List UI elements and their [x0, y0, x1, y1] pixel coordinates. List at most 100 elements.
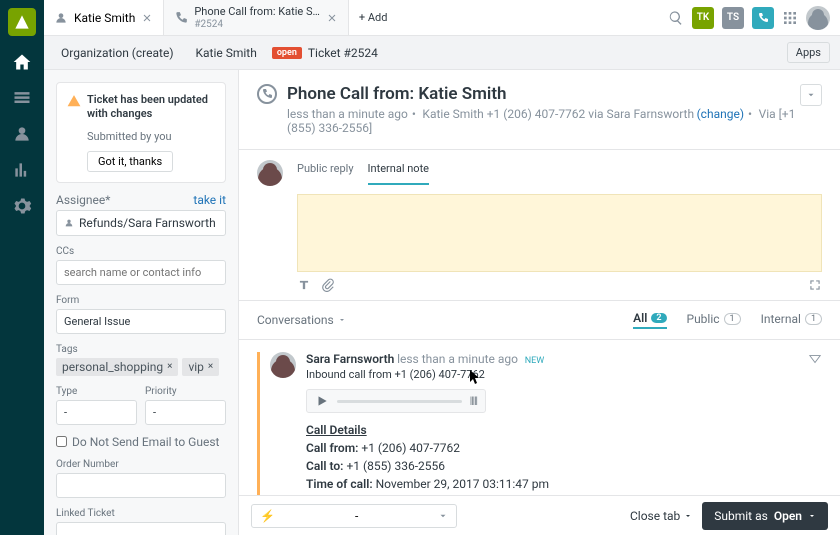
text-format-icon[interactable] [297, 278, 311, 292]
compose-textarea[interactable] [297, 194, 822, 272]
remove-tag-icon: × [167, 361, 172, 372]
audio-player[interactable]: ||||| [306, 389, 486, 413]
tag-chip[interactable]: vip× [182, 358, 219, 376]
assignee-input[interactable]: Refunds/Sara Farnsworth [56, 210, 226, 236]
attachment-icon[interactable] [321, 278, 335, 292]
take-it-link[interactable]: take it [193, 193, 226, 207]
tab-user[interactable]: Katie Smith [44, 0, 164, 35]
customers-icon[interactable] [12, 124, 32, 144]
chevron-down-icon [684, 512, 692, 520]
apps-button[interactable]: Apps [787, 42, 830, 63]
compose-area: Public reply Internal note [239, 150, 840, 301]
ticket-sidebar: Ticket has been updated with changes Sub… [44, 70, 239, 535]
tab-text: Phone Call from: Katie S… #2524 [194, 5, 320, 29]
conversation-filters: Conversations All2 Public1 Internal1 [239, 301, 840, 340]
zendesk-logo[interactable] [8, 8, 36, 36]
agent-status-chip[interactable]: TK [692, 7, 714, 29]
ticket-pane: Phone Call from: Katie Smith less than a… [239, 70, 840, 535]
chevron-down-icon [808, 512, 816, 520]
priority-field: Priority - [145, 386, 226, 425]
mouse-cursor [470, 370, 482, 386]
user-icon [64, 218, 74, 228]
event-action-icon[interactable] [808, 352, 822, 366]
remove-tag-icon: × [208, 361, 213, 372]
priority-select[interactable]: - [145, 400, 226, 425]
filter-internal[interactable]: Internal1 [761, 312, 822, 328]
type-field: Type - [56, 386, 137, 425]
dnse-checkbox-row[interactable]: Do Not Send Email to Guest [56, 435, 226, 449]
play-icon[interactable] [315, 394, 329, 408]
close-icon[interactable] [326, 12, 338, 24]
filter-all[interactable]: All2 [633, 311, 666, 329]
event-author: Sara Farnsworth [306, 352, 394, 366]
author-avatar [270, 352, 296, 378]
add-tab-button[interactable]: + Add [349, 0, 398, 35]
change-requester-link[interactable]: (change) [697, 107, 744, 121]
ticket-meta: less than a minute ago• Katie Smith +1 (… [287, 107, 822, 135]
audio-track[interactable] [337, 400, 462, 403]
admin-icon[interactable] [12, 196, 32, 216]
compose-toolbar [257, 272, 822, 300]
profile-avatar[interactable] [806, 6, 830, 30]
phone-icon [174, 11, 188, 25]
order-field: Order Number [56, 459, 226, 498]
ccs-field: CCs [56, 246, 226, 285]
update-notice: Ticket has been updated with changes Sub… [56, 82, 226, 183]
ccs-input[interactable] [56, 260, 226, 285]
type-select[interactable]: - [56, 400, 137, 425]
agent-avatar [257, 160, 283, 186]
close-icon[interactable] [141, 12, 153, 24]
tab-ticket[interactable]: Phone Call from: Katie S… #2524 [164, 0, 349, 35]
content-row: Ticket has been updated with changes Sub… [44, 70, 840, 535]
topbar-right: TK TS [658, 0, 840, 35]
event-summary: Inbound call from +1 (206) 407-7762 [306, 368, 822, 381]
tags-field: Tags personal_shopping× vip× [56, 344, 226, 376]
expand-icon[interactable] [808, 278, 822, 292]
linked-input[interactable] [56, 522, 226, 535]
assignee-field: Assignee*take it Refunds/Sara Farnsworth [56, 193, 226, 236]
tab-title: Katie Smith [74, 11, 135, 25]
breadcrumb-org[interactable]: Organization (create) [54, 43, 181, 63]
got-it-button[interactable]: Got it, thanks [87, 151, 173, 172]
conversations-dropdown[interactable]: Conversations [257, 313, 346, 327]
left-rail [0, 0, 44, 535]
tab-internal-note[interactable]: Internal note [368, 162, 429, 185]
macro-selector[interactable]: ⚡ - [251, 504, 457, 528]
dnse-checkbox[interactable] [56, 436, 67, 447]
warning-icon [67, 94, 81, 108]
views-icon[interactable] [12, 88, 32, 108]
close-tab-button[interactable]: Close tab [630, 509, 692, 523]
user-icon [54, 11, 68, 25]
apps-grid-icon[interactable] [782, 10, 798, 26]
breadcrumb-ticket[interactable]: open Ticket #2524 [272, 46, 378, 60]
new-badge: NEW [525, 356, 545, 366]
notice-subtext: Submitted by you [87, 130, 215, 143]
talk-status-chip[interactable] [752, 7, 774, 29]
submit-button[interactable]: Submit as Open [702, 502, 828, 530]
chevron-down-icon [438, 511, 448, 521]
order-input[interactable] [56, 473, 226, 498]
breadcrumb-bar: Organization (create) Katie Smith open T… [44, 36, 840, 70]
status-badge: open [272, 47, 302, 59]
filter-public[interactable]: Public1 [687, 312, 741, 328]
breadcrumb-requester[interactable]: Katie Smith [189, 43, 264, 63]
ticket-title: Phone Call from: Katie Smith [287, 84, 507, 104]
linked-field: Linked Ticket [56, 508, 226, 535]
form-select[interactable]: General Issue [56, 309, 226, 334]
ticket-header: Phone Call from: Katie Smith less than a… [239, 70, 840, 150]
main-area: Katie Smith Phone Call from: Katie S… #2… [44, 0, 840, 535]
form-field: Form General Issue [56, 295, 226, 334]
tab-public-reply[interactable]: Public reply [297, 162, 354, 185]
notice-text: Ticket has been updated with changes [87, 93, 215, 122]
waveform-icon: ||||| [470, 396, 477, 407]
chevron-down-icon [338, 316, 346, 324]
search-icon[interactable] [668, 10, 684, 26]
reports-icon[interactable] [12, 160, 32, 180]
ticket-footer: ⚡ - Close tab Submit as Open [239, 495, 840, 535]
phone-channel-icon [257, 84, 277, 104]
tag-chip[interactable]: personal_shopping× [56, 358, 178, 376]
workspace-tabs: Katie Smith Phone Call from: Katie S… #2… [44, 0, 840, 36]
chat-status-chip[interactable]: TS [722, 7, 744, 29]
ticket-options-button[interactable] [800, 84, 822, 106]
home-icon[interactable] [12, 52, 32, 72]
